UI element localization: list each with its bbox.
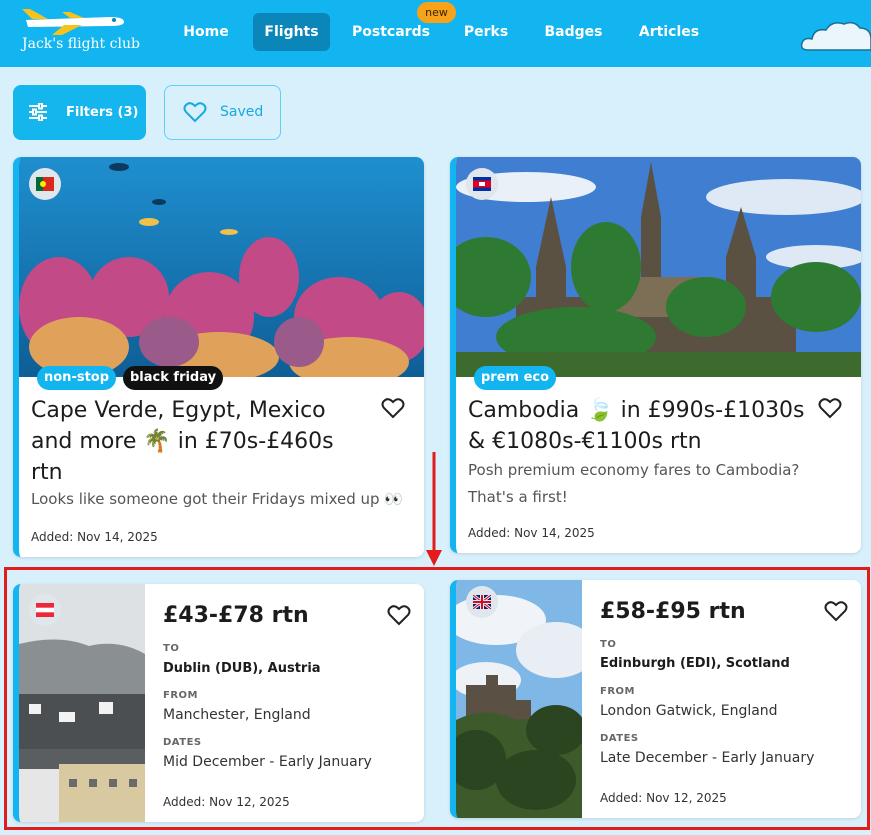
filters-button[interactable]: Filters (3) bbox=[13, 85, 146, 140]
deal-card[interactable]: £43-£78 rtn TO Dublin (DUB), Austria FRO… bbox=[13, 584, 424, 822]
travel-dates: Late December - Early January bbox=[600, 750, 815, 766]
deal-title: Cambodia 🍃 in £990s-£1030s & €1080s-€110… bbox=[468, 398, 805, 454]
airplane-icon bbox=[22, 9, 124, 35]
cloud-icon bbox=[800, 21, 871, 51]
new-badge: new bbox=[417, 2, 456, 23]
nav-badges[interactable]: Badges bbox=[542, 13, 605, 51]
deal-subtitle: Looks like someone got their Fridays mix… bbox=[31, 490, 404, 508]
deal-card[interactable]: prem eco Cambodia 🍃 in £990s-£1030s & €1… bbox=[450, 157, 861, 553]
tag-black-friday: black friday bbox=[123, 366, 224, 390]
nav-flights[interactable]: Flights bbox=[253, 13, 330, 51]
price-range: £58-£95 rtn bbox=[600, 599, 746, 624]
saved-label: Saved bbox=[220, 104, 264, 120]
nav-home[interactable]: Home bbox=[180, 13, 232, 51]
logo-text: Jack's flight club bbox=[22, 36, 140, 52]
filters-label: Filters (3) bbox=[66, 105, 139, 120]
austria-flag-icon bbox=[29, 594, 61, 626]
annotation-arrow bbox=[426, 452, 442, 566]
deal-card[interactable]: non-stop black friday Cape Verde, Egypt,… bbox=[13, 157, 424, 557]
deal-subtitle: Posh premium economy fares to Cambodia? … bbox=[468, 461, 800, 506]
sliders-icon bbox=[29, 103, 47, 121]
destination: Dublin (DUB), Austria bbox=[163, 661, 321, 676]
heart-outline-icon bbox=[183, 102, 207, 123]
cambodia-flag-icon bbox=[466, 168, 498, 200]
save-heart-icon[interactable] bbox=[387, 604, 411, 626]
from-label: FROM bbox=[600, 686, 635, 697]
angkor-wat-image bbox=[456, 157, 861, 377]
save-heart-icon[interactable] bbox=[824, 600, 848, 622]
price-range: £43-£78 rtn bbox=[163, 603, 309, 628]
added-date: Added: Nov 12, 2025 bbox=[163, 795, 290, 809]
dates-label: DATES bbox=[163, 737, 202, 748]
from-label: FROM bbox=[163, 690, 198, 701]
to-label: TO bbox=[600, 639, 617, 650]
added-date: Added: Nov 14, 2025 bbox=[31, 530, 158, 544]
portugal-flag-icon bbox=[29, 168, 61, 200]
tag-prem-eco: prem eco bbox=[474, 366, 557, 390]
save-heart-icon[interactable] bbox=[381, 397, 405, 419]
added-date: Added: Nov 12, 2025 bbox=[600, 791, 727, 805]
origin: Manchester, England bbox=[163, 707, 311, 723]
deal-title: Cape Verde, Egypt, Mexico and more 🌴 in … bbox=[31, 398, 334, 485]
nav-perks[interactable]: Perks bbox=[462, 13, 510, 51]
deal-card[interactable]: £58-£95 rtn TO Edinburgh (EDI), Scotland… bbox=[450, 580, 861, 818]
saved-button[interactable]: Saved bbox=[164, 85, 281, 140]
save-heart-icon[interactable] bbox=[818, 397, 842, 419]
destination: Edinburgh (EDI), Scotland bbox=[600, 656, 790, 671]
to-label: TO bbox=[163, 643, 180, 654]
nav-articles[interactable]: Articles bbox=[638, 13, 700, 51]
added-date: Added: Nov 14, 2025 bbox=[468, 526, 595, 540]
travel-dates: Mid December - Early January bbox=[163, 754, 372, 770]
dates-label: DATES bbox=[600, 733, 639, 744]
origin: London Gatwick, England bbox=[600, 703, 778, 719]
uk-flag-icon bbox=[466, 586, 498, 618]
top-nav-bar: Jack's flight club Home Flights Postcard… bbox=[0, 0, 871, 67]
coral-reef-image bbox=[19, 157, 424, 377]
tag-non-stop: non-stop bbox=[37, 366, 117, 390]
